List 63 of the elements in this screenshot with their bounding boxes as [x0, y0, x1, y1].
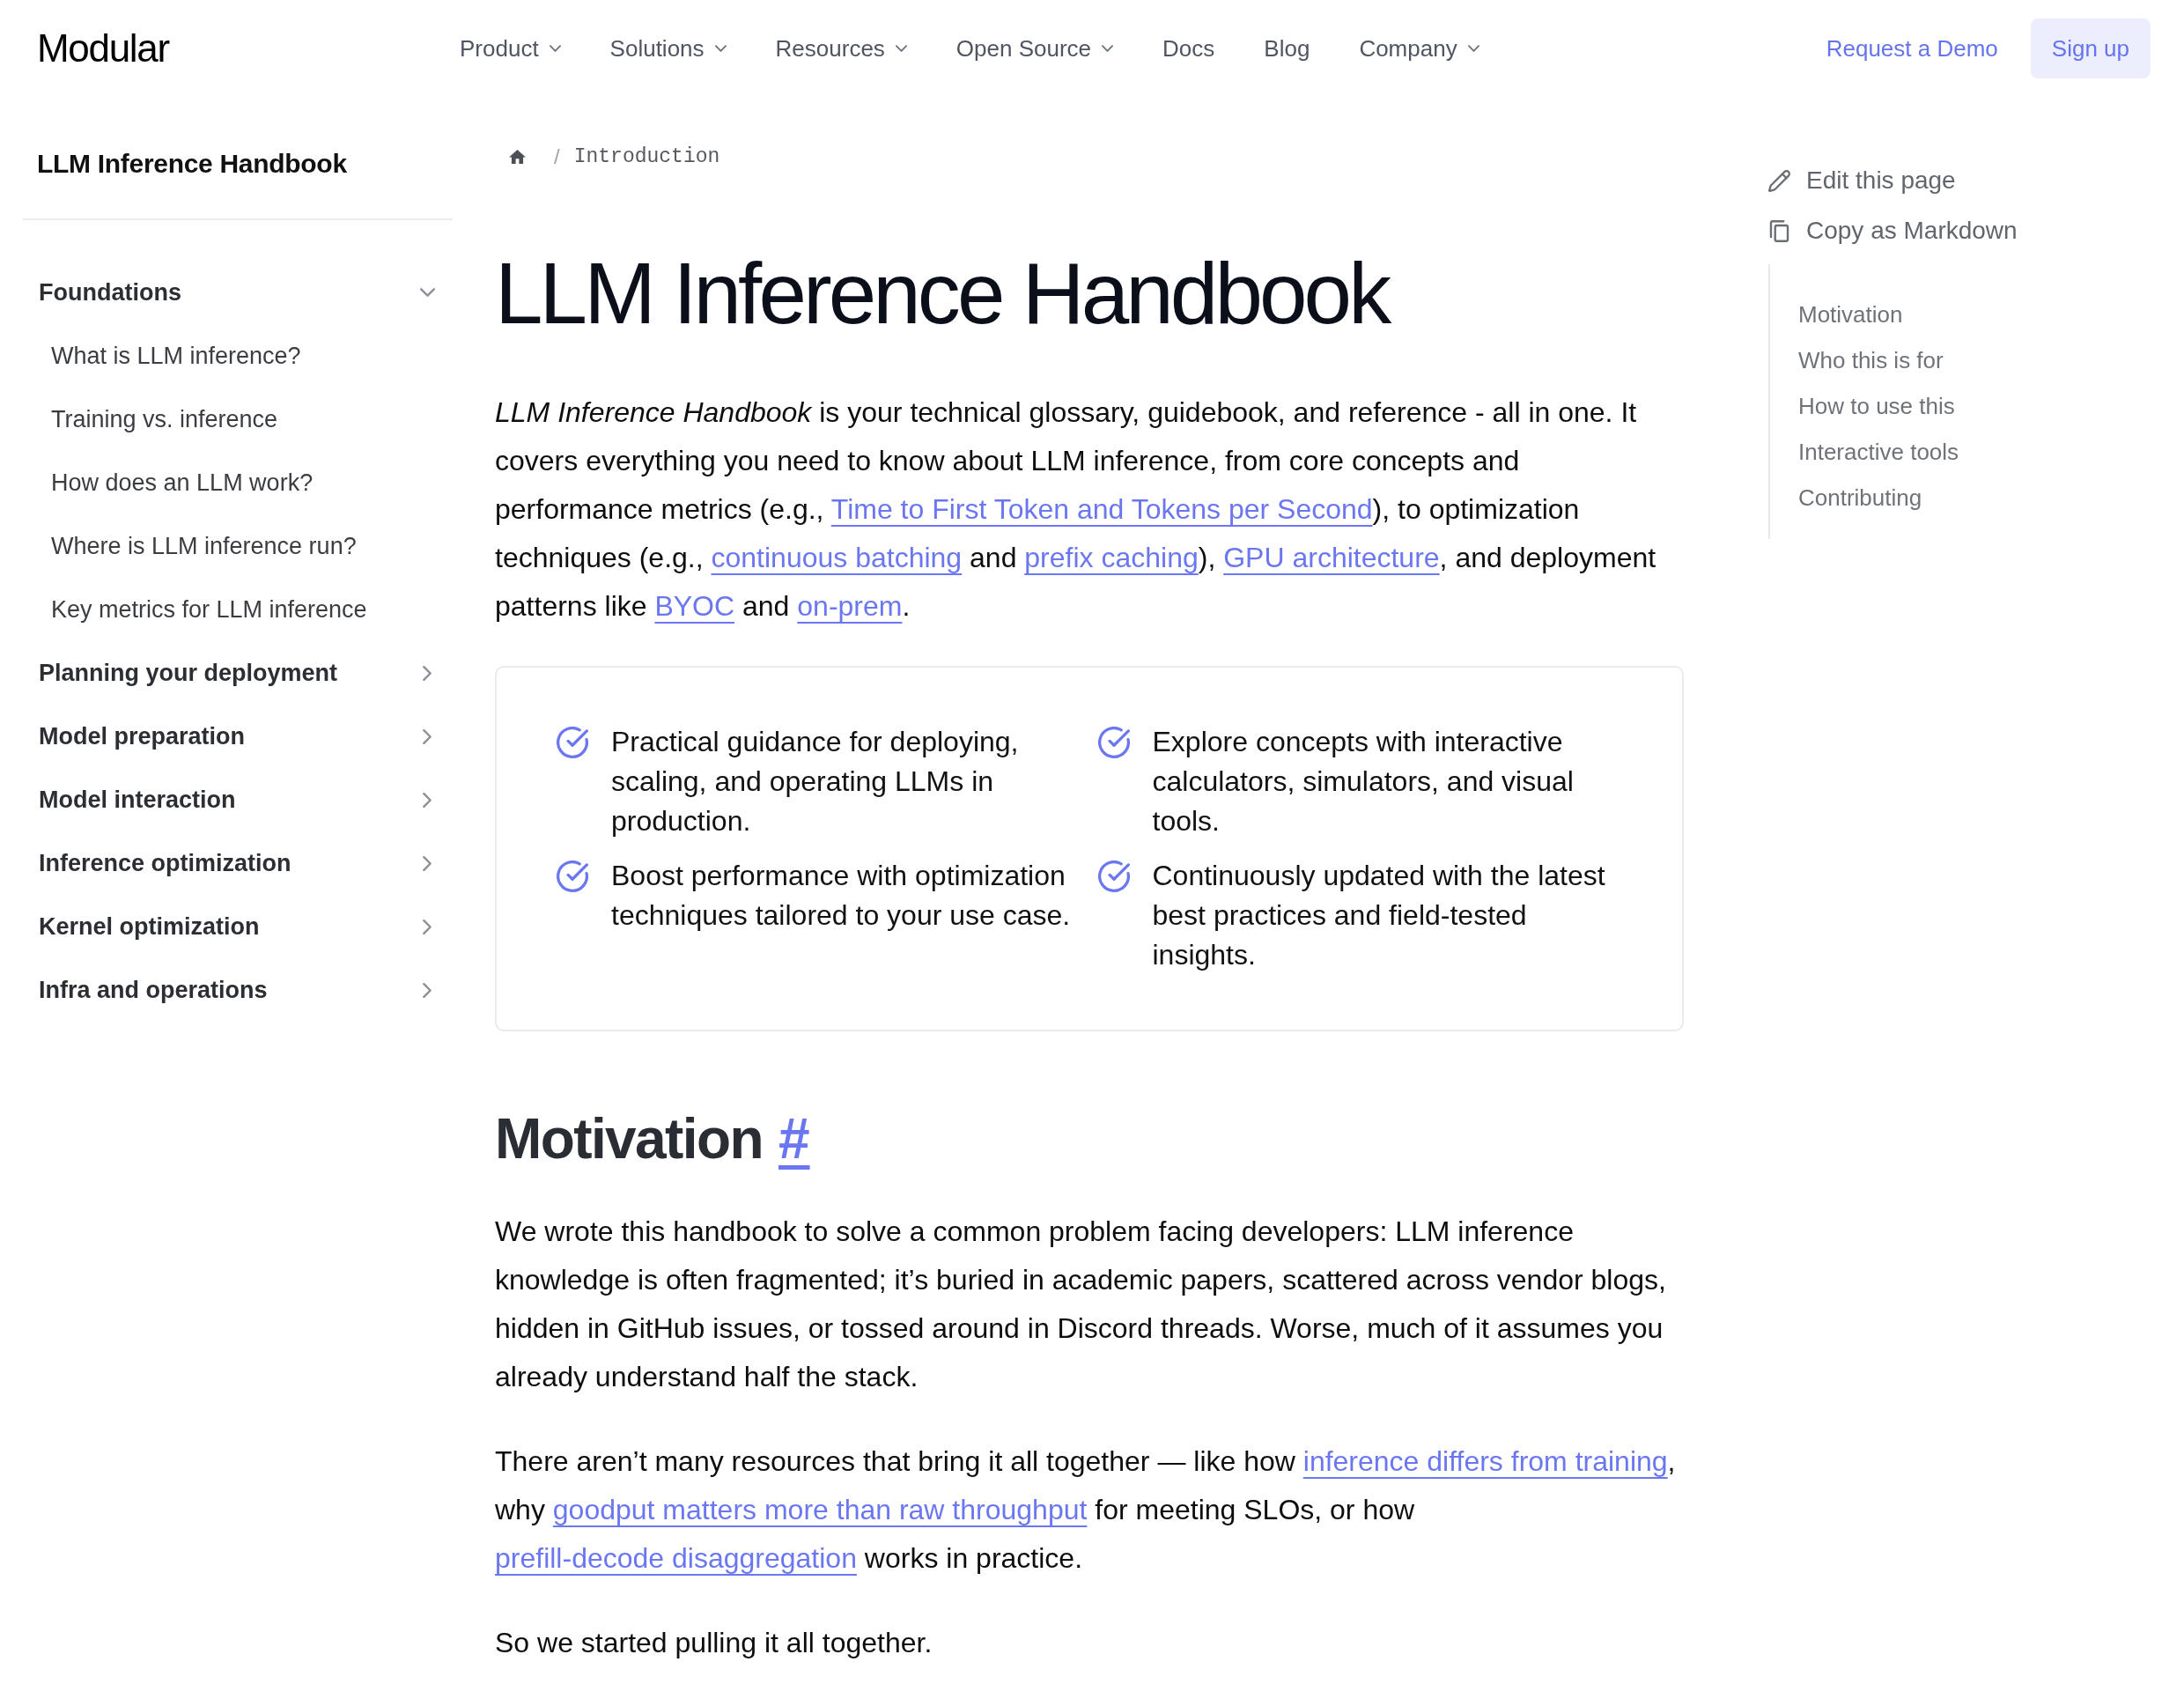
inline-link[interactable]: BYOC [654, 590, 735, 622]
body-paragraph: So we started pulling it all together. [495, 1626, 933, 1660]
sidebar-section-toggle[interactable]: Infra and operations [23, 958, 453, 1022]
page-title: LLM Inference Handbook [495, 245, 1391, 342]
sidebar-link[interactable]: How does an LLM work? [51, 467, 314, 499]
sidebar-section-toggle[interactable]: Model preparation [23, 705, 453, 768]
feature-text: Explore concepts with interactive calculators, simulators, and visual tools. [1152, 725, 1575, 838]
breadcrumb-current: Introduction [573, 144, 720, 170]
nav-menu-item[interactable]: Solutions [609, 33, 727, 64]
sidebar-link[interactable]: What is LLM inference? [51, 340, 301, 372]
inline-link[interactable]: goodput matters more than raw throughput [552, 1494, 1088, 1525]
toc-link[interactable]: Who this is for [1798, 345, 1944, 375]
inline-link[interactable]: GPU architecture [1223, 542, 1440, 573]
anchor-link[interactable]: # [778, 1104, 810, 1174]
check-circle-icon [557, 860, 588, 892]
sidebar-section-toggle[interactable]: Inference optimization [23, 831, 453, 895]
section-heading: Motivation [495, 1106, 763, 1172]
body-paragraph: There aren’t many resources that bring it all together — like how inference differs from training, why goodput matters more than raw throughput for meeting SLOs, or how prefill-decode disaggregation works in practice. [495, 1444, 1677, 1576]
nav-menu-item[interactable]: Open Source [956, 33, 1114, 64]
sidebar-section-toggle[interactable]: Kernel optimization [23, 895, 453, 958]
sidebar-section-toggle[interactable]: Model interaction [23, 768, 453, 831]
toc-link[interactable]: Motivation [1798, 299, 1903, 329]
pencil-icon [1768, 169, 1790, 192]
check-circle-icon [1097, 727, 1130, 758]
inline-link[interactable]: inference differs from training [1302, 1445, 1668, 1477]
nav-menu-item[interactable]: Blog [1264, 33, 1310, 64]
chevron-down-icon [714, 45, 727, 52]
edit-page-link[interactable]: Edit this page [1768, 165, 2184, 196]
home-icon[interactable] [509, 150, 526, 164]
nav-menu-item[interactable]: Resources [775, 33, 907, 64]
copy-markdown-button[interactable]: Copy as Markdown [1768, 215, 2184, 247]
chevron-down-icon [895, 45, 907, 52]
check-circle-icon [1097, 860, 1130, 892]
sidebar-section-toggle[interactable]: Planning your deployment [23, 641, 453, 705]
check-circle-icon [557, 727, 588, 758]
inline-link[interactable]: Time to First Token and Tokens per Second [830, 493, 1373, 525]
inline-link[interactable]: prefix caching [1024, 542, 1199, 573]
sidebar-link[interactable]: Where is LLM inference run? [51, 530, 357, 562]
inline-link[interactable]: on-prem [797, 590, 903, 622]
sidebar-link[interactable]: Training vs. inference [51, 403, 278, 435]
chevron-down-icon [1102, 45, 1114, 52]
nav-menu-item[interactable]: Company [1359, 33, 1479, 64]
feature-text: Boost performance with optimization techniques tailored to your use case. [611, 859, 1072, 933]
feature-text: Continuously updated with the latest best practices and field-tested insights. [1152, 859, 1606, 972]
logo[interactable]: Modular [37, 29, 169, 68]
sidebar-link[interactable]: Key metrics for LLM inference [51, 594, 367, 625]
nav-menu-item[interactable]: Docs [1162, 33, 1215, 64]
demo-request-link[interactable]: Request a Demo [1826, 33, 1998, 64]
sidebar-title: LLM Inference Handbook [36, 148, 348, 180]
nav-menu-item[interactable]: Product [460, 33, 561, 64]
body-paragraph: We wrote this handbook to solve a common problem facing developers: LLM inference knowledge is often fragmented; it’s buried in academic papers, scattered across vendor blogs, hidden in GitHub issues, or tossed around in Discord threads. Worse, much of it assumes you already understand half the stack. [495, 1215, 1667, 1394]
inline-link[interactable]: continuous batching [711, 542, 963, 573]
copy-icon [1768, 219, 1790, 242]
feature-text: Practical guidance for deploying, scaling, and operating LLMs in production. [611, 725, 1020, 838]
intro-paragraph: LLM Inference Handbook is your technical glossary, guidebook, and reference - all in one. It covers everything you need to know about LLM inference, from core concepts and performance metrics (e.g., Time to First Token and Tokens per Second), to optimization techniques (e.g., continuous batching and prefix caching), GPU architecture, and deployment patterns like BYOC and on-prem. [495, 395, 1657, 624]
toc-link[interactable]: Contributing [1798, 483, 1922, 513]
sidebar-section-toggle[interactable]: Foundations [23, 261, 453, 324]
inline-link[interactable]: prefill-decode disaggregation [495, 1542, 857, 1574]
breadcrumb-separator: / [554, 144, 560, 170]
toc-link[interactable]: How to use this [1798, 391, 1955, 421]
chevron-down-icon [549, 45, 561, 52]
chevron-down-icon [1467, 45, 1479, 52]
toc-link[interactable]: Interactive tools [1798, 437, 1959, 467]
